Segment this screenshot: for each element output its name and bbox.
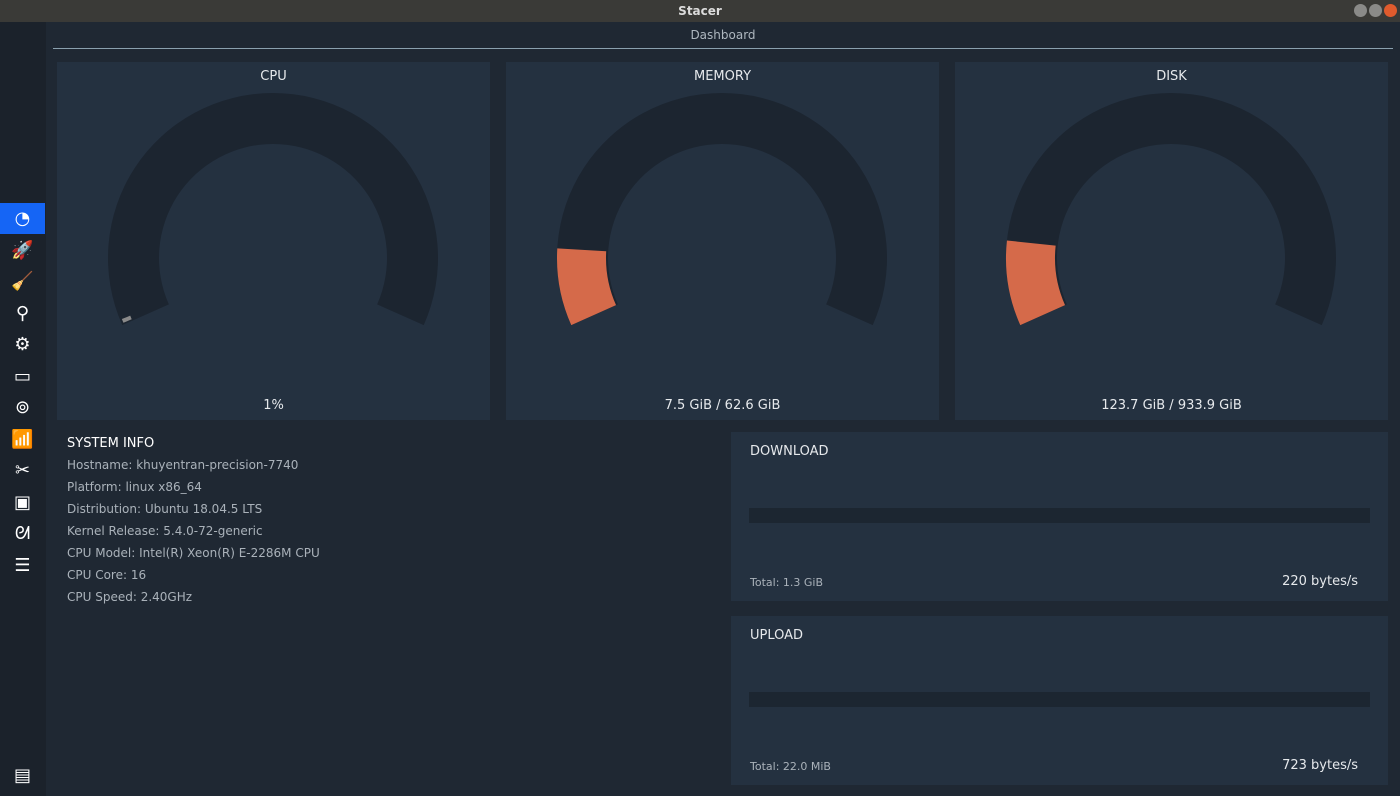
download-title: DOWNLOAD — [750, 444, 829, 459]
upload-panel: UPLOAD Total: 22.0 MiB 723 bytes/s — [731, 616, 1388, 785]
tools-icon: ✂ — [14, 460, 31, 481]
chat-icon: ▤ — [13, 765, 31, 786]
upload-total: Total: 22.0 MiB — [750, 760, 831, 773]
package-icon: ▣ — [13, 491, 31, 513]
gauge — [1006, 92, 1336, 326]
sidebar-item-uninstaller[interactable]: ⊚ — [0, 392, 45, 423]
feedback-button[interactable]: ▤ — [0, 760, 45, 791]
title-bar: Stacer — [0, 0, 1400, 22]
gauge-value: 123.7 GiB / 933.9 GiB — [1101, 398, 1242, 413]
cpu-speed: CPU Speed: 2.40GHz — [67, 590, 193, 604]
sliders-icon: ☰ — [14, 554, 31, 576]
sidebar-item-services[interactable]: ⚙ — [0, 329, 45, 360]
cpu-model: CPU Model: Intel(R) Xeon(R) E-2286M CPU — [67, 546, 320, 560]
rocket-icon: 🚀 — [11, 239, 34, 261]
memory-gauge-panel: MEMORY 7.5 GiB / 62.6 GiB — [506, 62, 939, 420]
platform: Platform: linux x86_64 — [67, 480, 202, 494]
close-button[interactable] — [1384, 4, 1397, 17]
gauge-value: 7.5 GiB / 62.6 GiB — [664, 398, 781, 413]
page-title: Dashboard — [53, 22, 1393, 49]
sidebar-item-startup-apps[interactable]: 🚀 — [0, 235, 45, 266]
minimize-button[interactable] — [1354, 4, 1367, 17]
gears-icon: ⚙ — [14, 334, 31, 355]
sidebar: ◔ 🚀 🧹 ⚲ ⚙ ▭ ⊚ 📶 ✂ ▣ ᘛ ☰ ▤ — [0, 22, 46, 796]
sidebar-item-apt-repository[interactable]: ▣ — [0, 487, 45, 518]
sidebar-item-processes[interactable]: ▭ — [0, 361, 45, 392]
sidebar-item-search[interactable]: ⚲ — [0, 298, 45, 329]
chart-icon: 📶 — [11, 428, 34, 450]
speedometer-icon: ◔ — [14, 208, 31, 229]
broom-icon: 🧹 — [11, 271, 34, 292]
cpu-core: CPU Core: 16 — [67, 568, 147, 582]
upload-rate: 723 bytes/s — [1282, 758, 1358, 773]
sidebar-item-resources[interactable]: 📶 — [0, 424, 45, 455]
maximize-button[interactable] — [1369, 4, 1382, 17]
distribution: Distribution: Ubuntu 18.04.5 LTS — [67, 502, 263, 516]
system-info-title: SYSTEM INFO — [67, 436, 155, 451]
sidebar-item-helpers[interactable]: ✂ — [0, 455, 45, 486]
gauge-title: MEMORY — [693, 69, 752, 84]
gauge-title: CPU — [260, 69, 287, 84]
search-icon: ⚲ — [15, 302, 30, 324]
gauge — [557, 92, 887, 326]
download-panel: DOWNLOAD Total: 1.3 GiB 220 bytes/s — [731, 432, 1388, 601]
sidebar-item-system-cleaner[interactable]: 🧹 — [0, 266, 45, 297]
gauge-value: 1% — [263, 398, 284, 413]
kernel-release: Kernel Release: 5.4.0-72-generic — [67, 524, 263, 538]
download-total: Total: 1.3 GiB — [750, 576, 824, 589]
gauge-title: DISK — [1156, 69, 1187, 84]
download-graph — [749, 508, 1370, 523]
sidebar-item-gnome-settings[interactable]: ᘛ — [0, 518, 45, 549]
upload-graph — [749, 692, 1370, 707]
window-title: Stacer — [678, 4, 722, 18]
system-info: SYSTEM INFO Hostname: khuyentran-precisi… — [67, 436, 320, 612]
gnome-foot-icon: ᘛ — [14, 523, 31, 544]
upload-title: UPLOAD — [750, 628, 804, 643]
sidebar-item-settings[interactable]: ☰ — [0, 550, 45, 581]
download-rate: 220 bytes/s — [1282, 574, 1358, 589]
processes-icon: ▭ — [13, 365, 31, 387]
disk-gauge-panel: DISK 123.7 GiB / 933.9 GiB — [955, 62, 1388, 420]
hostname: Hostname: khuyentran-precision-7740 — [67, 458, 299, 472]
gauge — [107, 92, 438, 326]
sidebar-item-dashboard[interactable]: ◔ — [0, 203, 45, 234]
gauge-track — [107, 92, 438, 326]
cpu-gauge-panel: CPU 1% — [57, 62, 490, 420]
uninstaller-icon: ⊚ — [14, 397, 31, 418]
